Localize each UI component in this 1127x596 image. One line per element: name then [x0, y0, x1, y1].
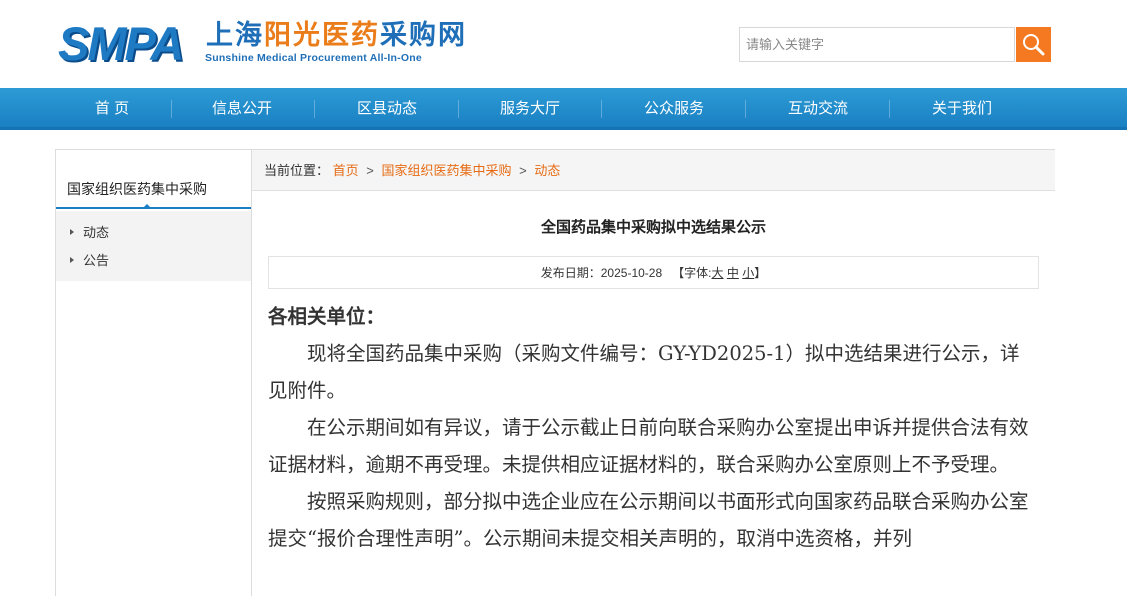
content-area: 当前位置： 首页 > 国家组织医药集中采购 > 动态 全国药品集中采购拟中选结果…: [251, 150, 1055, 596]
sidebar-title: 国家组织医药集中采购: [56, 178, 251, 209]
main-container: 国家组织医药集中采购 动态 公告 当前位置： 首页 > 国家组织医药集中采购 >…: [55, 149, 1055, 596]
sidebar-item-announcements[interactable]: 公告: [70, 250, 109, 269]
logo-cn-part3: 采购网: [380, 20, 467, 51]
article-title: 全国药品集中采购拟中选结果公示: [540, 219, 766, 236]
nav-item-about-us[interactable]: 关于我们: [910, 88, 1014, 130]
sidebar-item-label: 动态: [83, 225, 110, 240]
sidebar-item-news[interactable]: 动态: [70, 222, 109, 241]
logo-chinese-name: 上海阳光医药采购网: [206, 20, 467, 52]
nav-divider: [745, 100, 746, 118]
nav-divider: [889, 100, 890, 118]
triangle-right-icon: [70, 257, 74, 263]
nav-divider: [171, 100, 172, 118]
triangle-right-icon: [70, 229, 74, 235]
breadcrumb-separator: >: [366, 163, 374, 178]
article-meta: 发布日期：2025-10-28 【字体:大 中 小】: [268, 256, 1039, 289]
logo-english-name: Sunshine Medical Procurement All-In-One: [205, 52, 422, 64]
caret-up-icon: [142, 204, 152, 209]
search-icon: [1023, 34, 1045, 56]
nav-item-service-hall[interactable]: 服务大厅: [478, 88, 582, 130]
site-logo[interactable]: SMPA 上海阳光医药采购网 Sunshine Medical Procurem…: [58, 18, 478, 70]
logo-cn-part1: 上海: [206, 20, 264, 51]
font-size-large-link[interactable]: 大: [712, 266, 724, 280]
search-input[interactable]: [739, 27, 1015, 62]
nav-item-public-service[interactable]: 公众服务: [622, 88, 726, 130]
font-size-small-link[interactable]: 小: [742, 266, 754, 280]
article-paragraph: 现将全国药品集中采购（采购文件编号：GY-YD2025-1）拟中选结果进行公示，…: [268, 342, 1020, 402]
publish-date-label: 发布日期：: [540, 266, 601, 280]
main-nav: 首 页 信息公开 区县动态 服务大厅 公众服务 互动交流 关于我们: [0, 88, 1127, 130]
nav-item-home[interactable]: 首 页: [60, 88, 164, 130]
breadcrumb-link-news[interactable]: 动态: [534, 163, 560, 178]
article-paragraph: 在公示期间如有异议，请于公示截止日前向联合采购办公室提出申诉并提供合法有效证据材…: [268, 416, 1029, 476]
article-body: 各相关单位： 现将全国药品集中采购（采购文件编号：GY-YD2025-1）拟中选…: [268, 298, 1038, 557]
logo-cn-part2: 阳光医药: [264, 20, 380, 51]
nav-divider: [601, 100, 602, 118]
sidebar: 国家组织医药集中采购 动态 公告: [56, 150, 251, 596]
nav-divider: [314, 100, 315, 118]
nav-item-interaction[interactable]: 互动交流: [766, 88, 870, 130]
publish-date: 2025-10-28: [600, 266, 663, 280]
nav-item-district-news[interactable]: 区县动态: [335, 88, 439, 130]
breadcrumb-separator: >: [519, 163, 527, 178]
breadcrumb: 当前位置： 首页 > 国家组织医药集中采购 > 动态: [252, 150, 1055, 191]
nav-item-info-disclosure[interactable]: 信息公开: [190, 88, 294, 130]
search-button[interactable]: [1016, 27, 1051, 62]
breadcrumb-label: 当前位置：: [264, 163, 330, 178]
sidebar-title-text: 国家组织医药集中采购: [67, 181, 207, 197]
logo-abbr: SMPA: [58, 17, 184, 70]
font-size-label-open: 【字体:: [672, 266, 712, 280]
font-size-label-close: 】: [754, 266, 767, 280]
breadcrumb-link-national-procurement[interactable]: 国家组织医药集中采购: [382, 163, 512, 178]
sidebar-list: 动态 公告: [56, 211, 251, 281]
article-paragraph: 按照采购规则，部分拟中选企业应在公示期间以书面形式向国家药品联合采购办公室提交“…: [268, 490, 1029, 550]
article-salutation: 各相关单位：: [268, 305, 386, 328]
nav-divider: [458, 100, 459, 118]
breadcrumb-link-home[interactable]: 首页: [333, 163, 359, 178]
font-size-medium-link[interactable]: 中: [727, 266, 739, 280]
site-header: SMPA 上海阳光医药采购网 Sunshine Medical Procurem…: [0, 0, 1127, 88]
sidebar-item-label: 公告: [83, 253, 110, 268]
